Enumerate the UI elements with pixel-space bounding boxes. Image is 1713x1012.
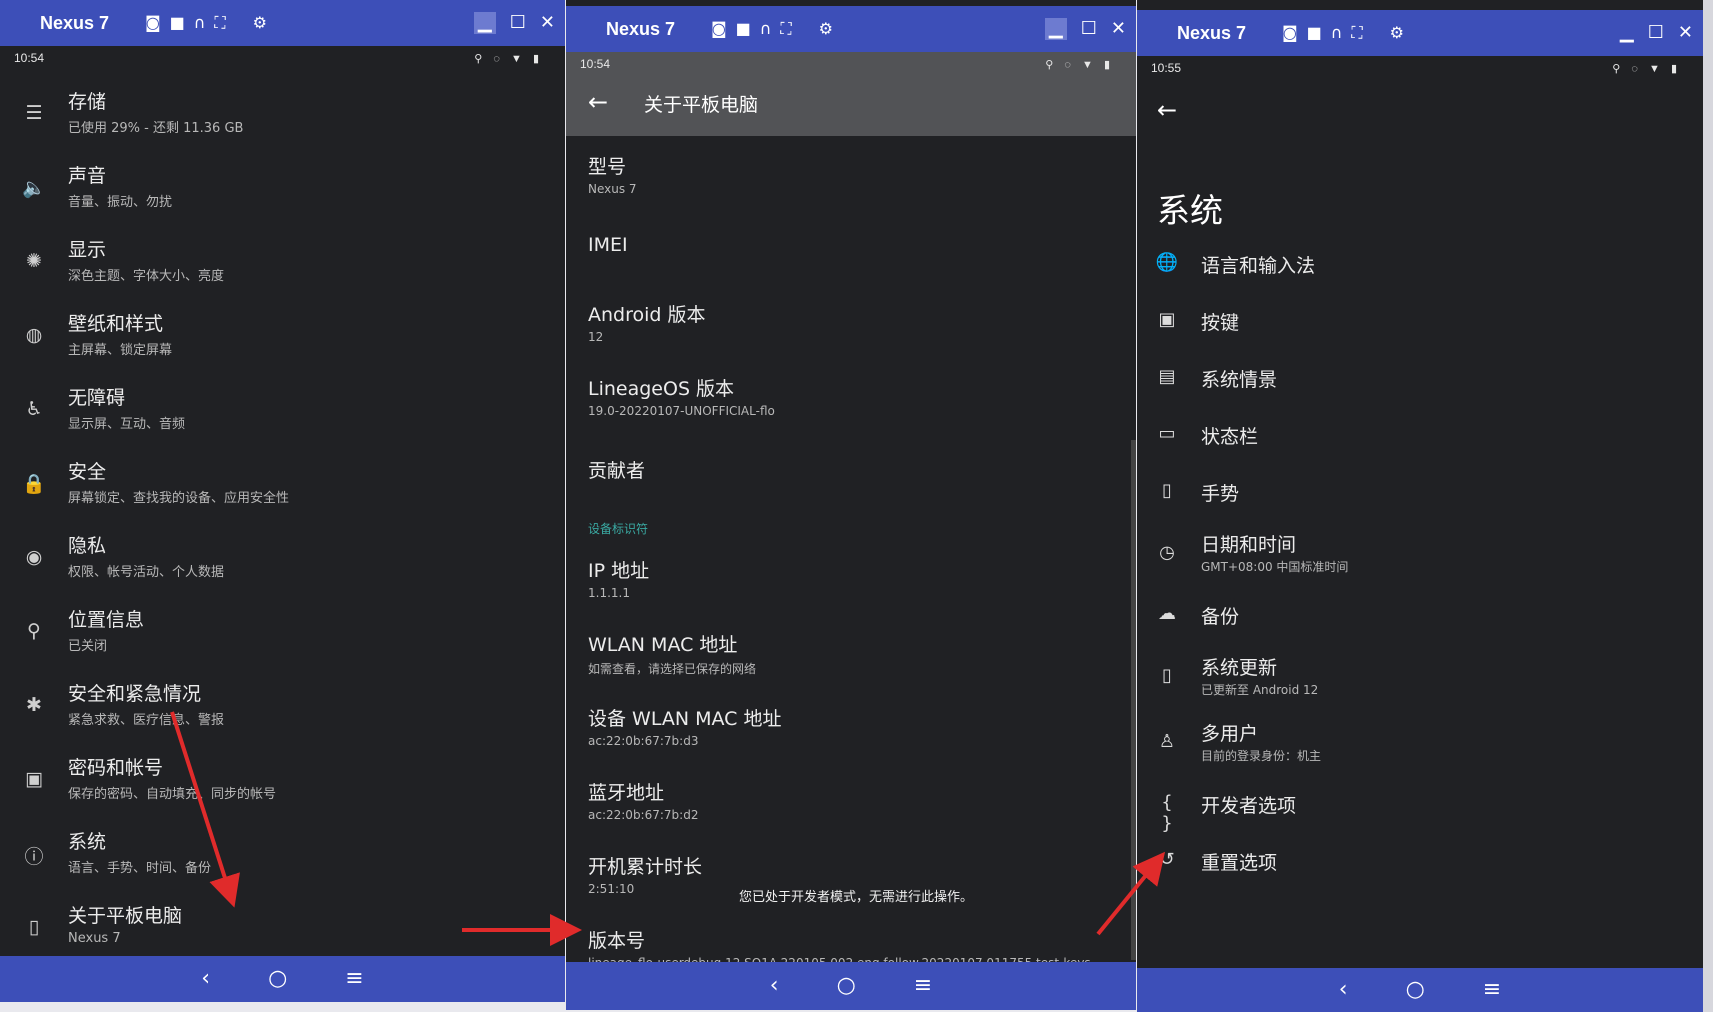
annotation-arrows — [170, 711, 1166, 946]
arrow-to-about — [170, 711, 240, 908]
arrow-to-developer-options — [1096, 851, 1166, 936]
